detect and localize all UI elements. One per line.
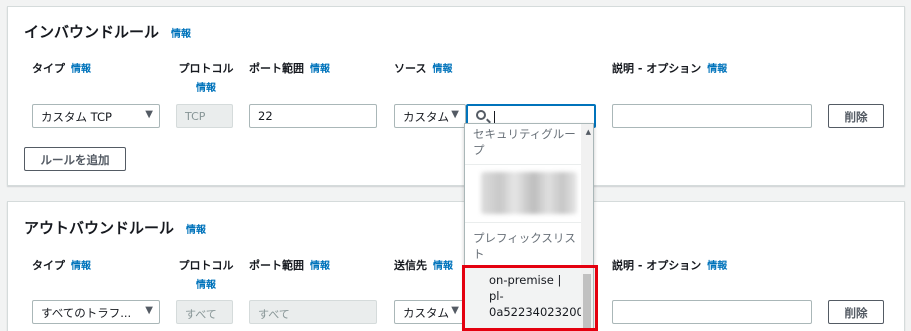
inbound-port-header: ポート範囲 情報 [249, 60, 330, 76]
header-label: タイプ [32, 259, 65, 272]
outbound-delete-button[interactable]: 削除 [828, 300, 884, 324]
outbound-description-header: 説明 - オプション 情報 [612, 257, 727, 273]
outbound-port-field: すべて [249, 300, 377, 324]
add-rule-button[interactable]: ルールを追加 [24, 147, 126, 171]
type-select-value: すべてのトラフ... [41, 306, 132, 320]
inbound-protocol-field: TCP [176, 104, 233, 128]
header-label: ポート範囲 [249, 62, 304, 75]
header-label: 説明 - オプション [612, 259, 702, 272]
header-label: ポート範囲 [249, 259, 304, 272]
outbound-rules-panel: アウトバウンドルール 情報 タイプ 情報 プロトコル 情報 ポート範囲 情報 送信先 情報… [7, 201, 905, 331]
inbound-delete-button[interactable]: 削除 [828, 104, 884, 128]
inbound-description-header: 説明 - オプション 情報 [612, 60, 727, 76]
inbound-protocol-header: プロトコル 情報 [176, 60, 236, 94]
outbound-protocol-field: すべて [176, 300, 233, 324]
inbound-description-input[interactable] [612, 104, 812, 128]
outbound-destination-header: 送信先 情報 [394, 257, 453, 273]
port-info-link[interactable]: 情報 [310, 261, 330, 272]
outbound-title: アウトバウンドルール 情報 [24, 217, 206, 238]
destination-info-link[interactable]: 情報 [433, 261, 453, 272]
header-label: ソース [394, 62, 427, 75]
inbound-title: インバウンドルール 情報 [24, 21, 191, 42]
outbound-description-input[interactable] [612, 300, 812, 324]
destination-type-value: カスタム [403, 306, 449, 320]
header-label: 説明 - オプション [612, 62, 702, 75]
inbound-rules-panel: インバウンドルール 情報 タイプ 情報 プロトコル 情報 ポート範囲 情報 ソース 情報 … [7, 6, 905, 186]
divider [465, 222, 583, 223]
port-info-link[interactable]: 情報 [310, 64, 330, 75]
highlight-annotation-box [462, 265, 598, 331]
description-info-link[interactable]: 情報 [707, 64, 727, 75]
redacted-option[interactable] [481, 172, 577, 214]
header-label: プロトコル [178, 62, 234, 75]
inbound-title-text: インバウンドルール [24, 23, 160, 41]
type-info-link[interactable]: 情報 [71, 64, 91, 75]
outbound-type-select[interactable]: すべてのトラフ... ▼ [32, 300, 160, 324]
search-icon [476, 110, 486, 120]
source-info-link[interactable]: 情報 [432, 64, 452, 75]
description-info-link[interactable]: 情報 [707, 261, 727, 272]
scroll-up-icon[interactable]: ▲ [586, 128, 591, 136]
inbound-port-input[interactable]: 22 [249, 104, 377, 128]
caret-down-icon: ▼ [145, 305, 153, 316]
caret-down-icon: ▼ [145, 109, 153, 120]
inbound-source-header: ソース 情報 [394, 60, 452, 76]
header-label: 送信先 [394, 259, 427, 272]
outbound-type-header: タイプ 情報 [32, 257, 91, 273]
outbound-title-text: アウトバウンドルール [24, 219, 175, 237]
inbound-info-link[interactable]: 情報 [171, 29, 191, 40]
type-select-value: カスタム TCP [41, 110, 112, 124]
group-header-prefix-lists: プレフィックスリスト [473, 231, 576, 261]
type-info-link[interactable]: 情報 [71, 261, 91, 272]
group-header-security-groups: セキュリティグループ [473, 127, 576, 157]
protocol-info-link[interactable]: 情報 [176, 79, 236, 94]
outbound-protocol-header: プロトコル 情報 [176, 257, 236, 291]
source-type-value: カスタム [403, 110, 449, 124]
caret-down-icon: ▼ [451, 109, 459, 120]
outbound-destination-type-select[interactable]: カスタム ▼ [394, 300, 466, 324]
inbound-source-type-select[interactable]: カスタム ▼ [394, 104, 466, 128]
divider [465, 164, 583, 165]
inbound-type-header: タイプ 情報 [32, 60, 91, 76]
inbound-type-select[interactable]: カスタム TCP ▼ [32, 104, 160, 128]
outbound-port-header: ポート範囲 情報 [249, 257, 330, 273]
caret-down-icon: ▼ [451, 305, 459, 316]
protocol-info-link[interactable]: 情報 [176, 276, 236, 291]
outbound-info-link[interactable]: 情報 [186, 225, 206, 236]
header-label: タイプ [32, 62, 65, 75]
header-label: プロトコル [178, 259, 234, 272]
